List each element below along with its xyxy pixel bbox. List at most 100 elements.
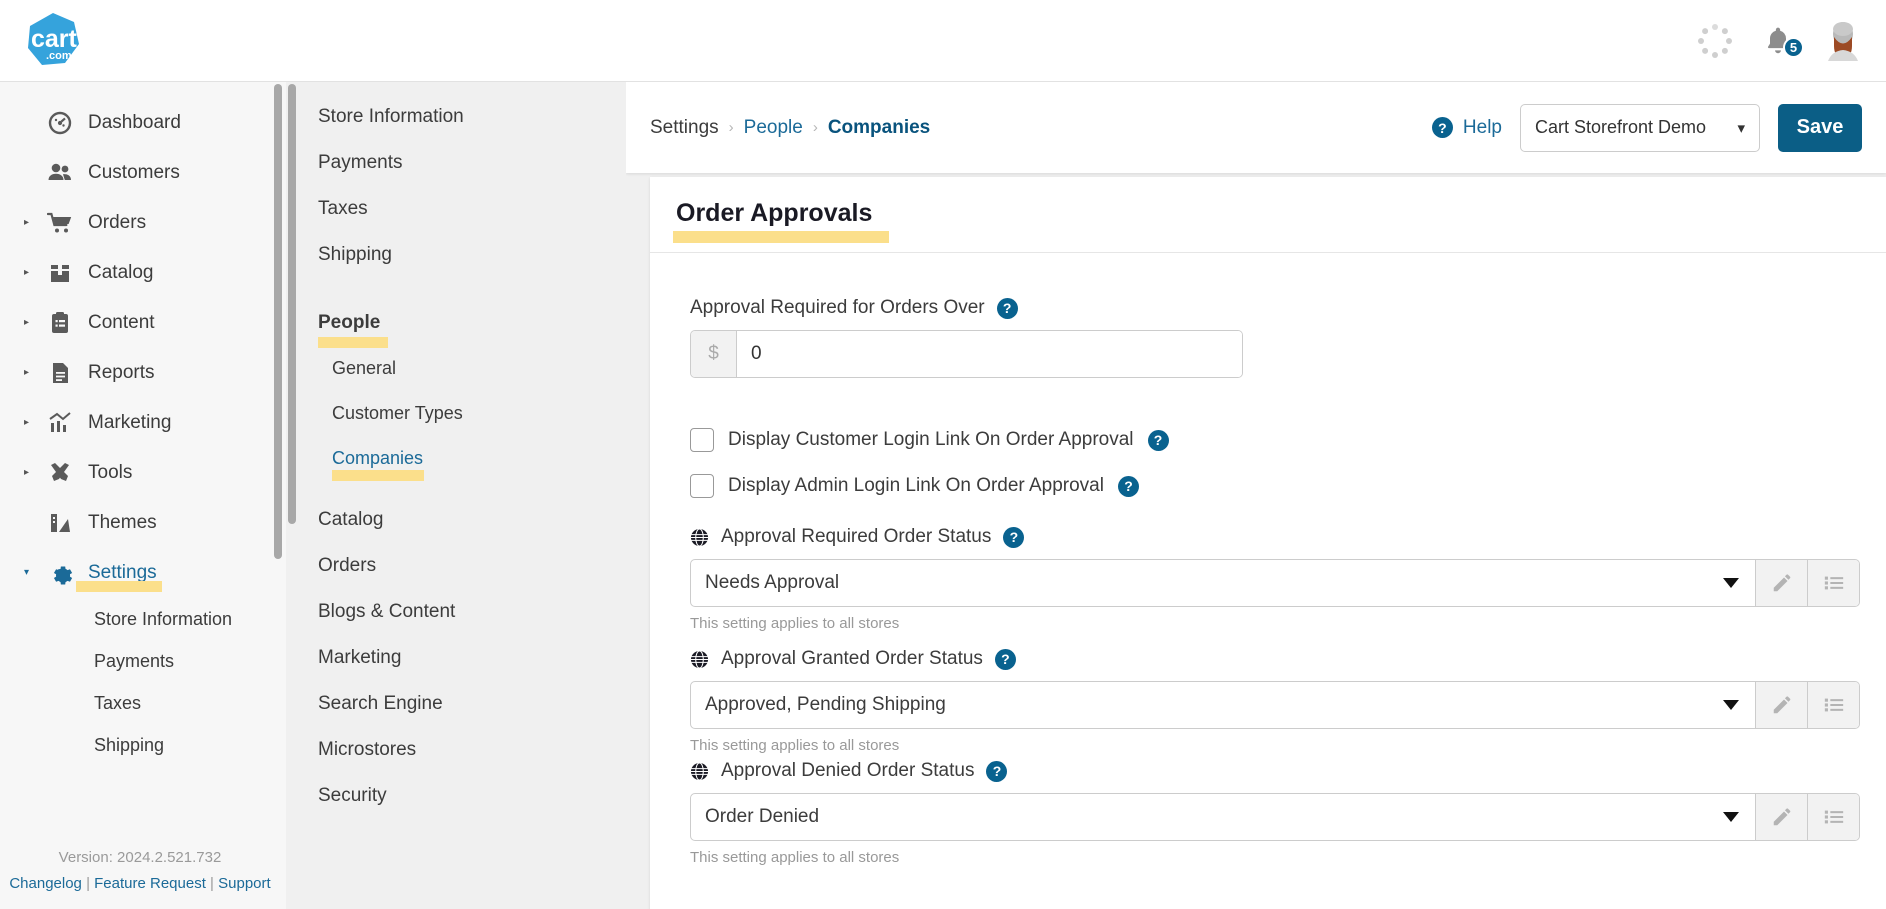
subnav-scrollbar[interactable] bbox=[288, 84, 296, 524]
sidebar-subitem-shipping[interactable]: Shipping bbox=[0, 724, 286, 766]
subnav-label: General bbox=[332, 358, 397, 378]
notifications-button[interactable]: 5 bbox=[1762, 24, 1804, 58]
approval-amount-input-group: $ bbox=[690, 330, 1243, 378]
chevron-right-icon[interactable]: ▸ bbox=[24, 368, 40, 378]
approval-required-status-edit-button[interactable] bbox=[1755, 560, 1807, 606]
chevron-down-icon bbox=[1723, 812, 1739, 822]
subnav-item-companies[interactable]: Companies bbox=[318, 436, 626, 481]
subnav-item-catalog[interactable]: Catalog bbox=[318, 497, 626, 543]
support-link[interactable]: Support bbox=[218, 875, 271, 892]
admin-login-link-checkbox[interactable] bbox=[690, 474, 714, 498]
help-button[interactable]: ? Help bbox=[1431, 117, 1502, 139]
breadcrumb-people[interactable]: People bbox=[744, 117, 803, 139]
subnav-item-store-information[interactable]: Store Information bbox=[318, 94, 626, 140]
sidebar-item-catalog[interactable]: ▸ Catalog bbox=[0, 248, 286, 298]
store-selector-value: Cart Storefront Demo bbox=[1535, 117, 1707, 137]
order-approvals-panel: Order Approvals Approval Required for Or… bbox=[650, 177, 1886, 909]
chevron-right-icon[interactable]: ▸ bbox=[24, 318, 40, 328]
sidebar-item-content[interactable]: ▸ Content bbox=[0, 298, 286, 348]
subnav-item-marketing[interactable]: Marketing bbox=[318, 635, 626, 681]
subnav-label: Catalog bbox=[318, 509, 384, 530]
question-mark-icon[interactable]: ? bbox=[1147, 429, 1169, 451]
chevron-down-icon: ▾ bbox=[1737, 119, 1745, 137]
breadcrumb-settings[interactable]: Settings bbox=[650, 117, 719, 139]
subnav-item-shipping[interactable]: Shipping bbox=[318, 232, 626, 278]
chevron-down-icon[interactable]: ▾ bbox=[24, 568, 40, 578]
approval-required-status-select[interactable]: Needs Approval bbox=[691, 560, 1755, 606]
sidebar-item-orders[interactable]: ▸ Orders bbox=[0, 198, 286, 248]
sidebar-item-settings[interactable]: ▾ Settings bbox=[0, 548, 286, 598]
approval-granted-status-edit-button[interactable] bbox=[1755, 682, 1807, 728]
sidebar-item-label: Marketing bbox=[88, 412, 172, 433]
sidebar-subitem-taxes[interactable]: Taxes bbox=[0, 682, 286, 724]
approval-required-status-list-button[interactable] bbox=[1807, 560, 1859, 606]
sidebar-subitem-payments[interactable]: Payments bbox=[0, 640, 286, 682]
admin-login-link-label: Display Admin Login Link On Order Approv… bbox=[728, 475, 1104, 496]
subnav-item-customer-types[interactable]: Customer Types bbox=[318, 391, 626, 436]
sidebar-subitem-label: Store Information bbox=[94, 608, 233, 629]
subnav-item-taxes[interactable]: Taxes bbox=[318, 186, 626, 232]
sidebar-subitem-store-information[interactable]: Store Information bbox=[0, 598, 286, 640]
approval-granted-status-label: Approval Granted Order Status ? bbox=[690, 648, 1886, 670]
pencil-icon bbox=[1773, 574, 1790, 592]
breadcrumb-separator-icon: › bbox=[812, 119, 818, 136]
sidebar-item-reports[interactable]: ▸ Reports bbox=[0, 348, 286, 398]
subnav-item-orders[interactable]: Orders bbox=[318, 543, 626, 589]
approval-denied-status-value: Order Denied bbox=[705, 806, 820, 827]
avatar[interactable] bbox=[1826, 21, 1860, 61]
list-icon bbox=[1824, 810, 1843, 824]
approval-denied-status-select[interactable]: Order Denied bbox=[691, 794, 1755, 840]
customer-login-link-checkbox[interactable] bbox=[690, 428, 714, 452]
approval-required-status-value: Needs Approval bbox=[705, 572, 840, 593]
subnav-item-payments[interactable]: Payments bbox=[318, 140, 626, 186]
list-icon bbox=[1824, 576, 1843, 590]
subnav-item-microstores[interactable]: Microstores bbox=[318, 727, 626, 773]
chevron-right-icon[interactable]: ▸ bbox=[24, 218, 40, 228]
sidebar-item-marketing[interactable]: ▸ Marketing bbox=[0, 398, 286, 448]
sidebar-item-themes[interactable]: ▸ Themes bbox=[0, 498, 286, 548]
feature-request-link[interactable]: Feature Request bbox=[94, 875, 206, 892]
store-selector[interactable]: Cart Storefront Demo ▾ bbox=[1520, 103, 1760, 152]
approval-granted-status-select[interactable]: Approved, Pending Shipping bbox=[691, 682, 1755, 728]
globe-icon bbox=[690, 527, 709, 547]
subnav-item-security[interactable]: Security bbox=[318, 773, 626, 819]
chevron-right-icon[interactable]: ▸ bbox=[24, 468, 40, 478]
question-mark-icon[interactable]: ? bbox=[1003, 526, 1025, 548]
list-icon bbox=[1824, 698, 1843, 712]
question-mark-icon[interactable]: ? bbox=[986, 760, 1008, 782]
subnav-group-people[interactable]: People bbox=[318, 300, 626, 348]
approval-amount-input[interactable] bbox=[737, 331, 1242, 377]
sidebar-nav-list: ▸ Dashboard ▸ Customers ▸ Orders ▸ bbox=[0, 82, 286, 766]
approval-amount-label-text: Approval Required for Orders Over bbox=[690, 297, 985, 318]
cart-icon bbox=[40, 211, 80, 235]
page-title: Order Approvals bbox=[676, 199, 873, 227]
sidebar-subitem-label: Taxes bbox=[94, 692, 142, 713]
dashboard-icon bbox=[40, 111, 80, 135]
sidebar-item-tools[interactable]: ▸ Tools bbox=[0, 448, 286, 498]
save-button[interactable]: Save bbox=[1778, 103, 1862, 152]
subnav-item-general[interactable]: General bbox=[318, 346, 626, 391]
sidebar-item-dashboard[interactable]: ▸ Dashboard bbox=[0, 98, 286, 148]
globe-icon bbox=[690, 649, 709, 669]
sidebar-item-customers[interactable]: ▸ Customers bbox=[0, 148, 286, 198]
subnav-item-search-engine[interactable]: Search Engine bbox=[318, 681, 626, 727]
subnav-label: Blogs & Content bbox=[318, 601, 456, 622]
subnav-label: Orders bbox=[318, 555, 377, 576]
approval-granted-status-value: Approved, Pending Shipping bbox=[705, 694, 946, 715]
cart-com-logo[interactable]: cart .com bbox=[24, 11, 82, 69]
subnav-item-blogs-content[interactable]: Blogs & Content bbox=[318, 589, 626, 635]
document-icon bbox=[40, 361, 80, 385]
chevron-right-icon[interactable]: ▸ bbox=[24, 268, 40, 278]
chevron-right-icon[interactable]: ▸ bbox=[24, 418, 40, 428]
question-mark-icon[interactable]: ? bbox=[996, 297, 1018, 319]
approval-denied-status-edit-button[interactable] bbox=[1755, 794, 1807, 840]
subnav-label: Payments bbox=[318, 152, 403, 173]
approval-granted-status-list-button[interactable] bbox=[1807, 682, 1859, 728]
question-mark-icon[interactable]: ? bbox=[1117, 475, 1139, 497]
approval-granted-status-label-text: Approval Granted Order Status bbox=[721, 648, 983, 669]
question-mark-icon[interactable]: ? bbox=[994, 648, 1016, 670]
changelog-link[interactable]: Changelog bbox=[9, 875, 82, 892]
approval-denied-status-hint: This setting applies to all stores bbox=[690, 849, 900, 866]
approval-denied-status-list-button[interactable] bbox=[1807, 794, 1859, 840]
approval-required-status-label-text: Approval Required Order Status bbox=[721, 526, 992, 547]
